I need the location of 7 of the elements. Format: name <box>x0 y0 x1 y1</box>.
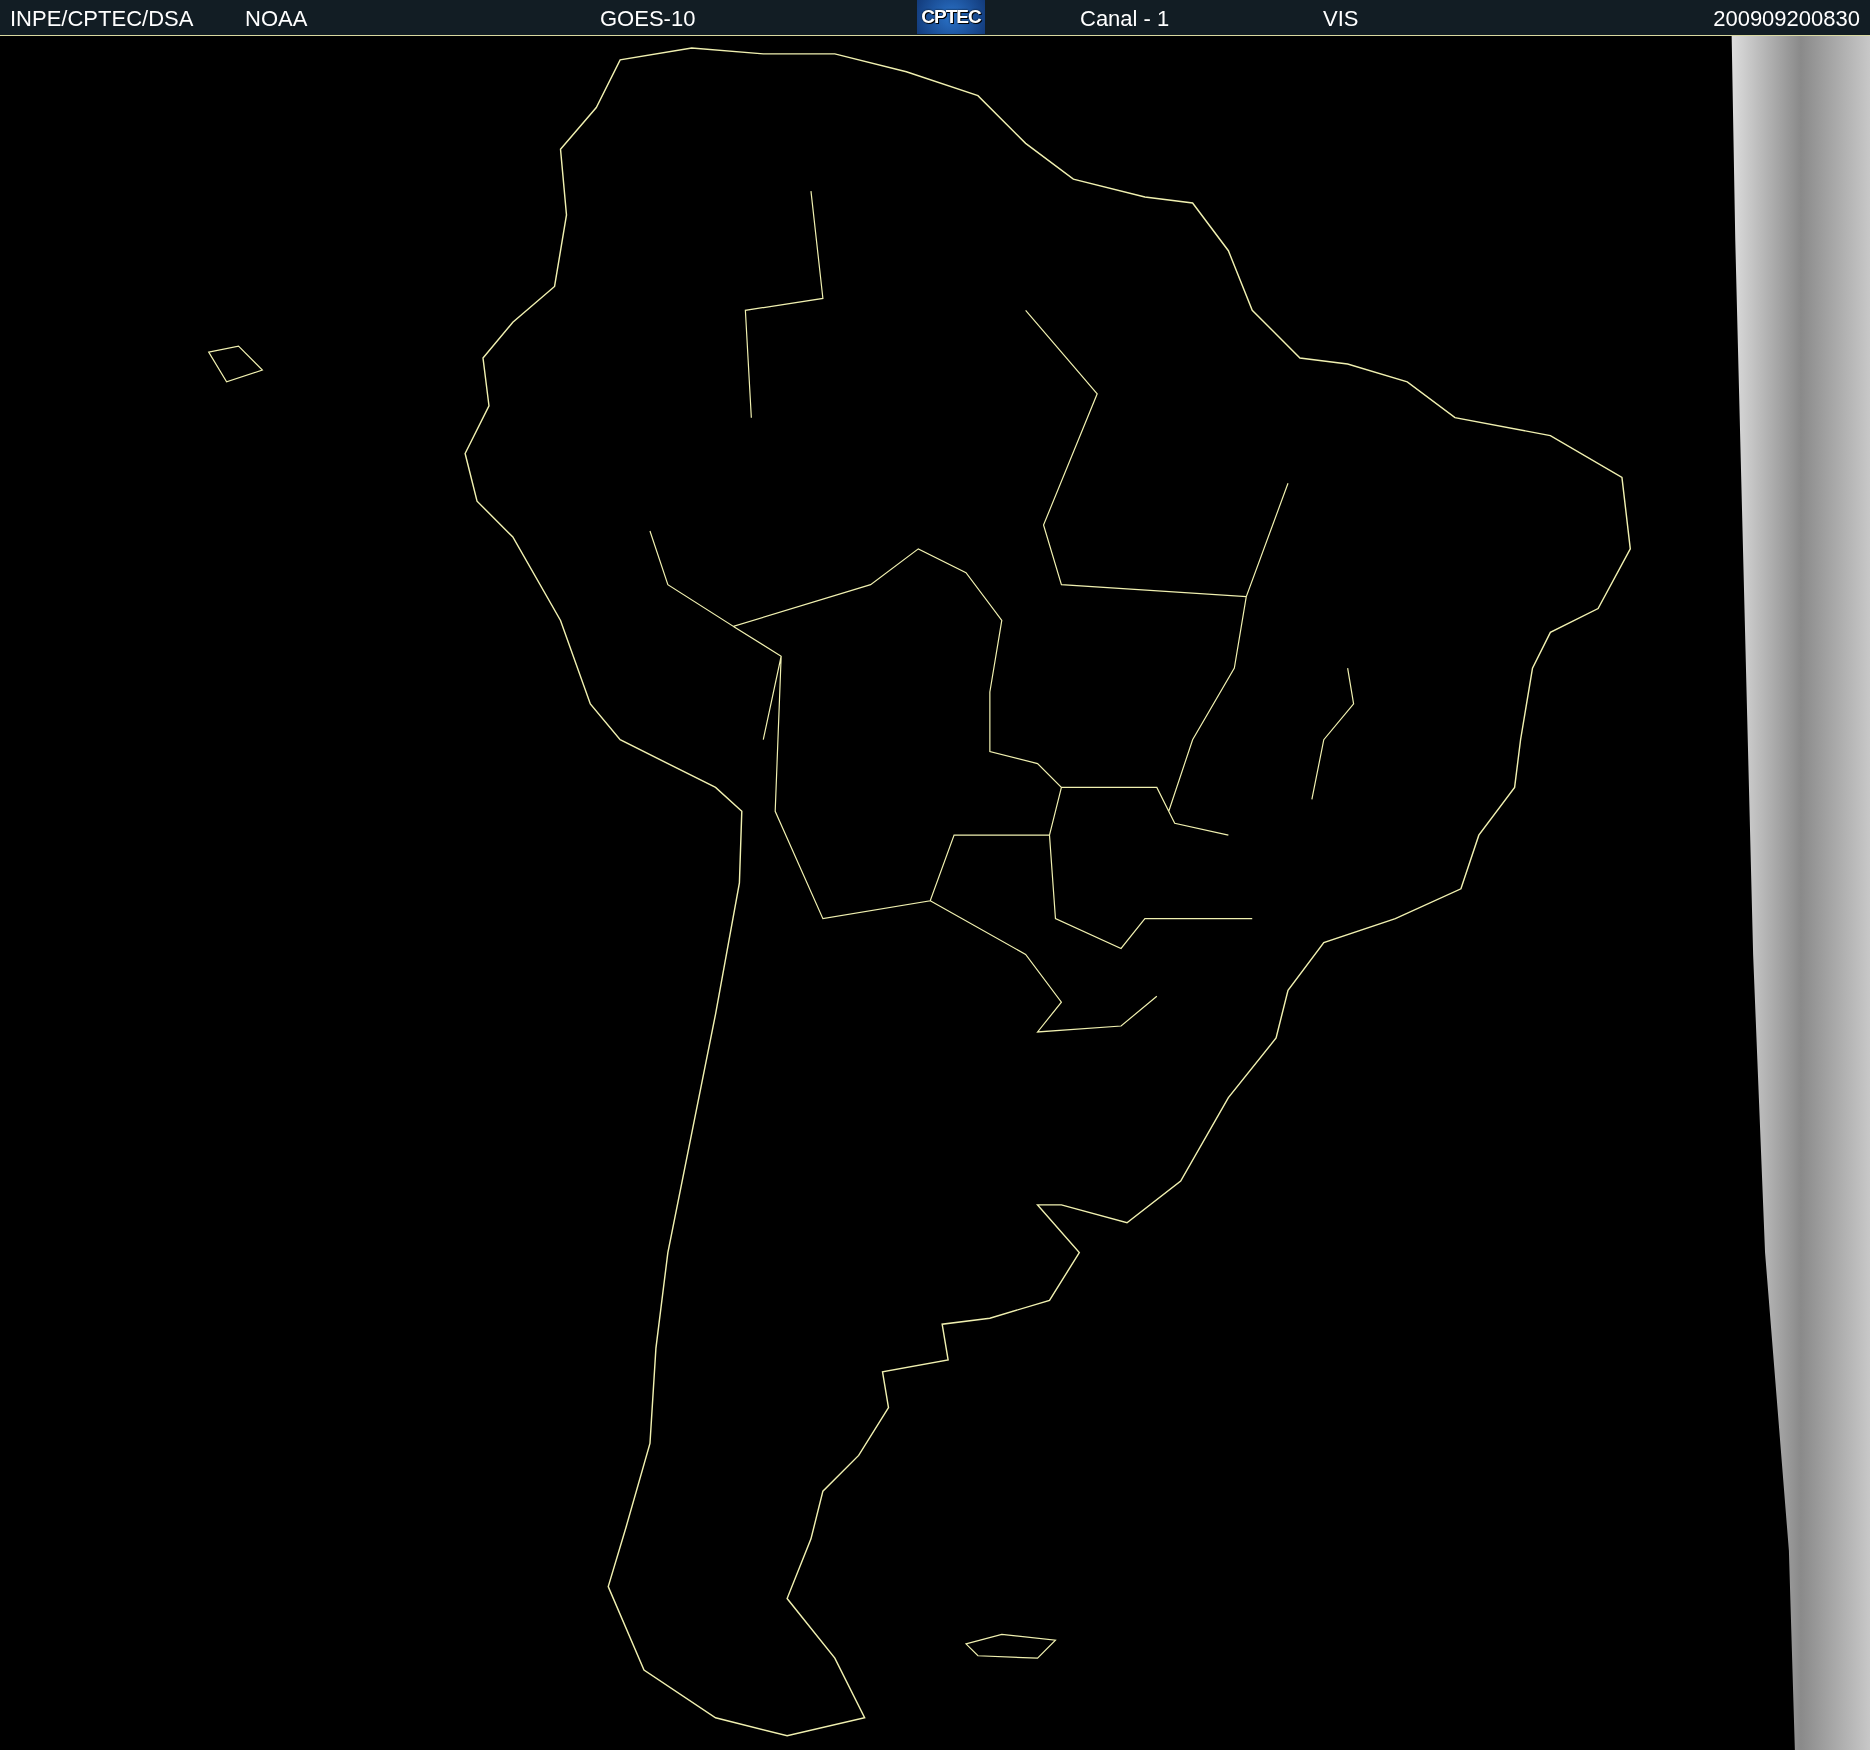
source-label: INPE/CPTEC/DSA <box>10 6 194 32</box>
satellite-label: GOES-10 <box>600 6 696 32</box>
channel-label: Canal - 1 <box>1080 6 1170 32</box>
band-label: VIS <box>1323 6 1359 32</box>
agency-label: NOAA <box>245 6 308 32</box>
timestamp-label: 200909200830 <box>1713 6 1860 32</box>
logo: CPTEC <box>917 0 985 34</box>
